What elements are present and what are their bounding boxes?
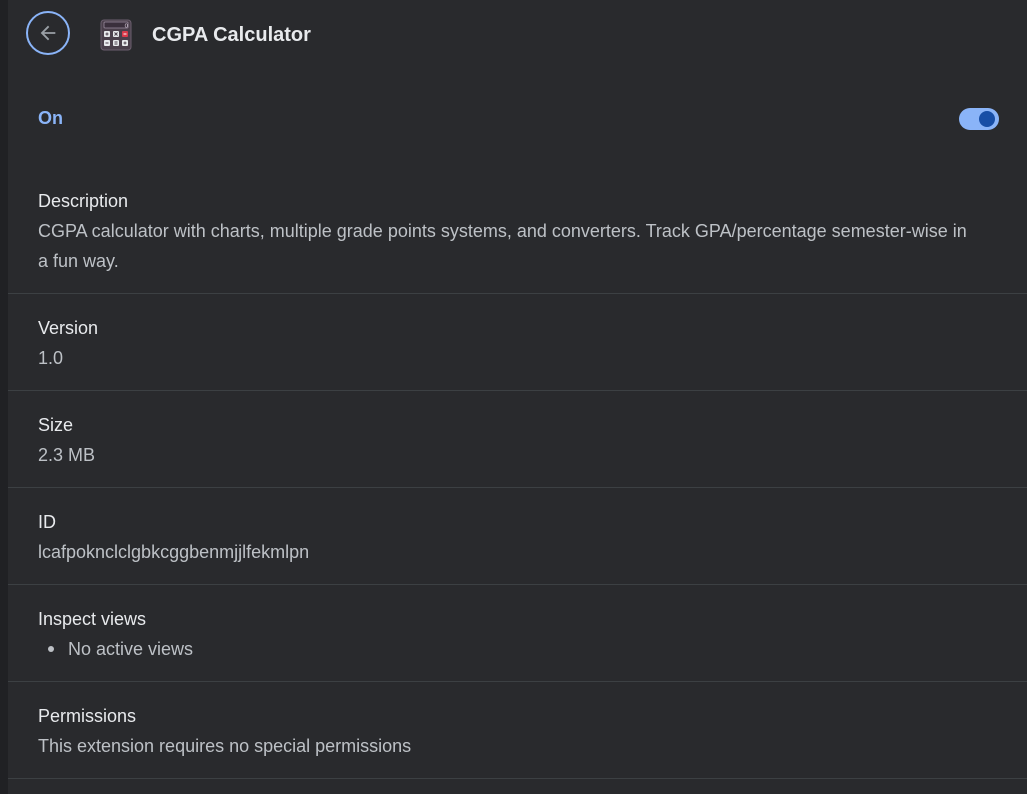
back-button[interactable] xyxy=(26,11,70,55)
size-value: 2.3 MB xyxy=(38,445,96,465)
id-section: ID lcafpokncl​clgbkcggbenmjjlfekmlpn xyxy=(8,488,1027,585)
toggle-knob xyxy=(979,111,995,127)
header: 0 CGPA Calculator xyxy=(8,0,1027,72)
arrow-left-icon xyxy=(40,25,56,41)
description-value: CGPA calculator with charts, multiple gr… xyxy=(38,221,967,271)
page-left-edge xyxy=(0,0,8,794)
version-label: Version xyxy=(38,318,99,338)
id-value: lcafpokncl​clgbkcggbenmjjlfekmlpn xyxy=(38,542,310,562)
inspect-views-item: No active views xyxy=(68,639,194,659)
enable-toggle[interactable] xyxy=(959,108,999,130)
size-section: Size 2.3 MB xyxy=(8,391,1027,488)
version-value: 1.0 xyxy=(38,348,64,368)
permissions-value: This extension requires no special permi… xyxy=(38,736,412,756)
enable-row: On xyxy=(8,90,1027,148)
version-section: Version 1.0 xyxy=(8,294,1027,391)
permissions-section: Permissions This extension requires no s… xyxy=(8,682,1027,779)
svg-text:0: 0 xyxy=(125,23,129,29)
enable-label: On xyxy=(38,108,63,128)
extension-details-panel: 0 CGPA Calculator On Description CGPA ca… xyxy=(8,0,1027,794)
description-label: Description xyxy=(38,191,129,211)
size-label: Size xyxy=(38,415,74,435)
list-bullet xyxy=(48,646,54,652)
inspect-views-section: Inspect views No active views xyxy=(8,585,1027,682)
permissions-label: Permissions xyxy=(38,706,137,726)
page-title: CGPA Calculator xyxy=(152,24,311,46)
inspect-views-label: Inspect views xyxy=(38,609,147,629)
description-section: Description CGPA calculator with charts,… xyxy=(8,170,1027,294)
id-label: ID xyxy=(38,512,56,532)
calculator-icon: 0 xyxy=(100,19,132,51)
